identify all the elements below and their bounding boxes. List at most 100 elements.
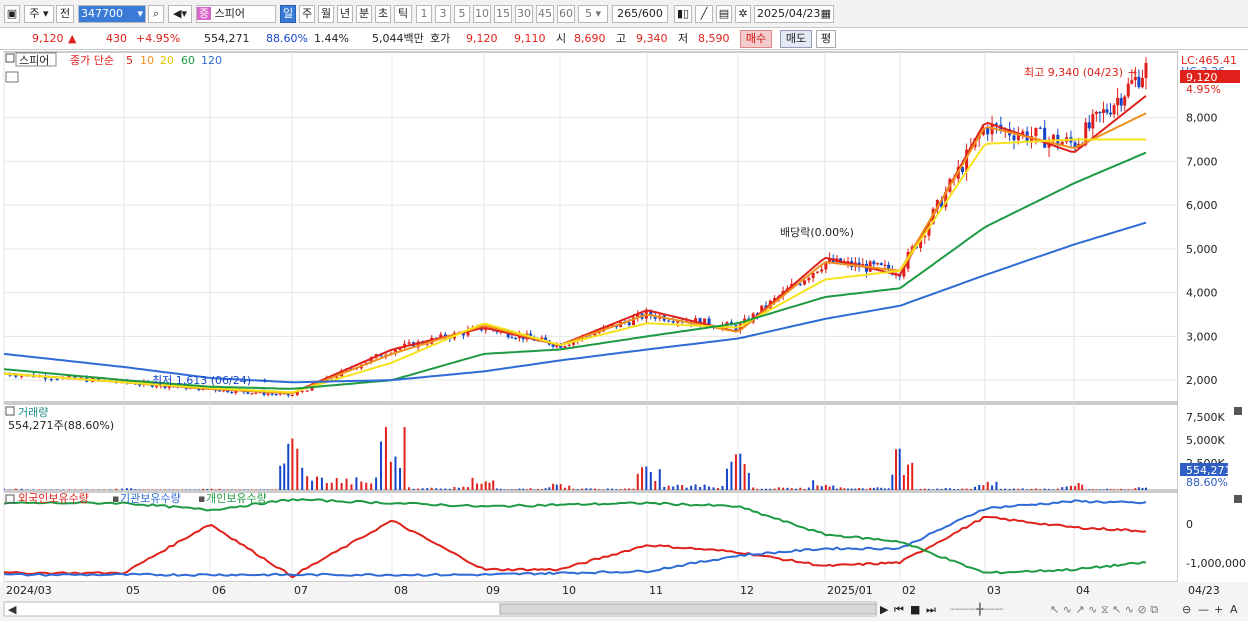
- minus-icon[interactable]: —: [1198, 603, 1209, 616]
- volume-bar: [365, 482, 368, 490]
- volume-bar: [799, 487, 802, 490]
- volume-close-icon[interactable]: [1234, 407, 1242, 415]
- count-total: /600: [638, 7, 663, 20]
- period-minute[interactable]: 분: [356, 5, 372, 23]
- period-week[interactable]: 주: [299, 5, 315, 23]
- volume-bar: [355, 477, 358, 490]
- holdings-close-icon[interactable]: [1234, 495, 1242, 503]
- interval-1[interactable]: 1: [416, 5, 432, 23]
- zoom-slider-icon[interactable]: ┈┈┈┈╋┈┈┈: [950, 602, 1003, 616]
- volume-bar: [1008, 489, 1011, 490]
- x-tick: 06: [212, 584, 226, 597]
- prev-toggle[interactable]: 전: [56, 5, 74, 23]
- nav-next-icon[interactable]: ▶: [880, 603, 889, 616]
- volume-bar: [907, 464, 910, 490]
- count-field[interactable]: 265/600: [612, 5, 668, 23]
- search-icon[interactable]: ⌕: [148, 5, 164, 23]
- stock-name: 스피어: [214, 7, 245, 20]
- nav-first-icon[interactable]: ⏮: [894, 603, 904, 616]
- volume-bar: [585, 488, 588, 490]
- stock-code-input[interactable]: 347700 ▾: [78, 5, 146, 23]
- volume-bar: [121, 488, 124, 490]
- period-second[interactable]: 초: [375, 5, 391, 23]
- volume-bar: [602, 489, 605, 490]
- volume-bar: [20, 488, 23, 490]
- interval-3[interactable]: 3: [435, 5, 451, 23]
- toolbar: ▣ 주 ▾ 전 347700 ▾ ⌕ ◀▾ 증 스피어 일 주 월 년 분 초 틱…: [0, 0, 1248, 28]
- volume-bar: [615, 489, 618, 490]
- volume-bar: [384, 426, 387, 490]
- period-year[interactable]: 년: [337, 5, 353, 23]
- volume-bar: [8, 489, 11, 490]
- volume-bar: [259, 489, 262, 490]
- market-select[interactable]: 주 ▾: [24, 5, 54, 23]
- date-field[interactable]: 2025/04/23 ▦: [754, 5, 834, 23]
- volume-bar: [330, 482, 333, 490]
- volume-bar: [563, 487, 566, 490]
- volume-bar: [1095, 489, 1098, 490]
- speaker-icon[interactable]: ◀▾: [168, 5, 192, 23]
- volume-bar: [927, 488, 930, 490]
- draw-icon[interactable]: ╱: [695, 5, 713, 23]
- interval-10[interactable]: 10: [473, 5, 491, 23]
- avg-button[interactable]: 평: [816, 30, 836, 48]
- interval-45[interactable]: 45: [536, 5, 554, 23]
- volume-bar: [721, 486, 724, 490]
- volume-bar: [769, 488, 772, 490]
- volume-bar: [1109, 489, 1112, 490]
- period-month[interactable]: 월: [318, 5, 334, 23]
- volume-bar: [654, 481, 657, 490]
- volume-bar: [301, 467, 304, 490]
- volume-bar: [283, 463, 286, 490]
- gear-icon[interactable]: ✲: [735, 5, 751, 23]
- interval-5[interactable]: 5: [454, 5, 470, 23]
- volume-bar: [685, 487, 688, 490]
- candle-body: [1109, 112, 1113, 115]
- interval-select[interactable]: 5 ▾: [578, 5, 608, 23]
- plus-icon[interactable]: +: [1214, 603, 1223, 616]
- candle-icon[interactable]: ▮▯: [674, 5, 692, 23]
- period-day[interactable]: 일: [280, 5, 296, 23]
- stock-chart[interactable]: 스피어 종가 단순 5 10 20 60 120 LC:465.41 HC:3.…: [0, 50, 1248, 621]
- volume-bar: [345, 478, 348, 490]
- volume-bar: [279, 465, 282, 490]
- panel-stock-name: 스피어: [19, 54, 49, 67]
- volume-bar: [230, 489, 233, 490]
- volume-bar: [936, 488, 939, 490]
- volume-bar: [197, 489, 200, 490]
- ma-10-label: 10: [140, 54, 154, 67]
- stock-name-field[interactable]: 증 스피어: [196, 5, 276, 23]
- chart-menu-icon[interactable]: ▣: [4, 5, 20, 23]
- volume-bar: [559, 484, 562, 490]
- volume-bar: [898, 448, 901, 490]
- sell-button[interactable]: 매도: [780, 30, 812, 48]
- volume-bar: [876, 487, 879, 490]
- volume-bar: [529, 488, 532, 490]
- candle-body: [305, 390, 309, 392]
- stock-tag: 증: [197, 7, 212, 20]
- volume-bar: [681, 485, 684, 490]
- interval-30[interactable]: 30: [515, 5, 533, 23]
- save-icon[interactable]: ▤: [716, 5, 732, 23]
- buy-button[interactable]: 매수: [740, 30, 772, 48]
- volume-bar: [168, 489, 171, 490]
- volume-bar: [760, 488, 763, 490]
- hoga-label: 호가: [430, 32, 451, 45]
- nav-stop-icon[interactable]: ■: [910, 603, 920, 616]
- volume-bar: [887, 488, 890, 490]
- interval-60[interactable]: 60: [557, 5, 575, 23]
- nav-last-icon[interactable]: ⏭: [926, 603, 936, 616]
- period-tick[interactable]: 틱: [394, 5, 412, 23]
- candle-body: [407, 342, 411, 344]
- volume-bar: [26, 489, 29, 490]
- interval-15[interactable]: 15: [494, 5, 512, 23]
- auto-scale-icon[interactable]: A: [1230, 603, 1238, 616]
- volume-bar: [466, 487, 469, 490]
- draw-tools-icon[interactable]: ↖ ∿ ↗ ∿ ⧖ ↖ ∿ ⊘ ⧉: [1050, 603, 1158, 616]
- volume-bar: [514, 489, 517, 490]
- zoom-out-icon[interactable]: ⊖: [1182, 603, 1191, 616]
- interval-value: 5: [584, 7, 592, 20]
- volume-bar: [444, 488, 447, 490]
- scrollbar-thumb[interactable]: [499, 603, 877, 615]
- scroll-left-icon[interactable]: ◀: [8, 603, 17, 616]
